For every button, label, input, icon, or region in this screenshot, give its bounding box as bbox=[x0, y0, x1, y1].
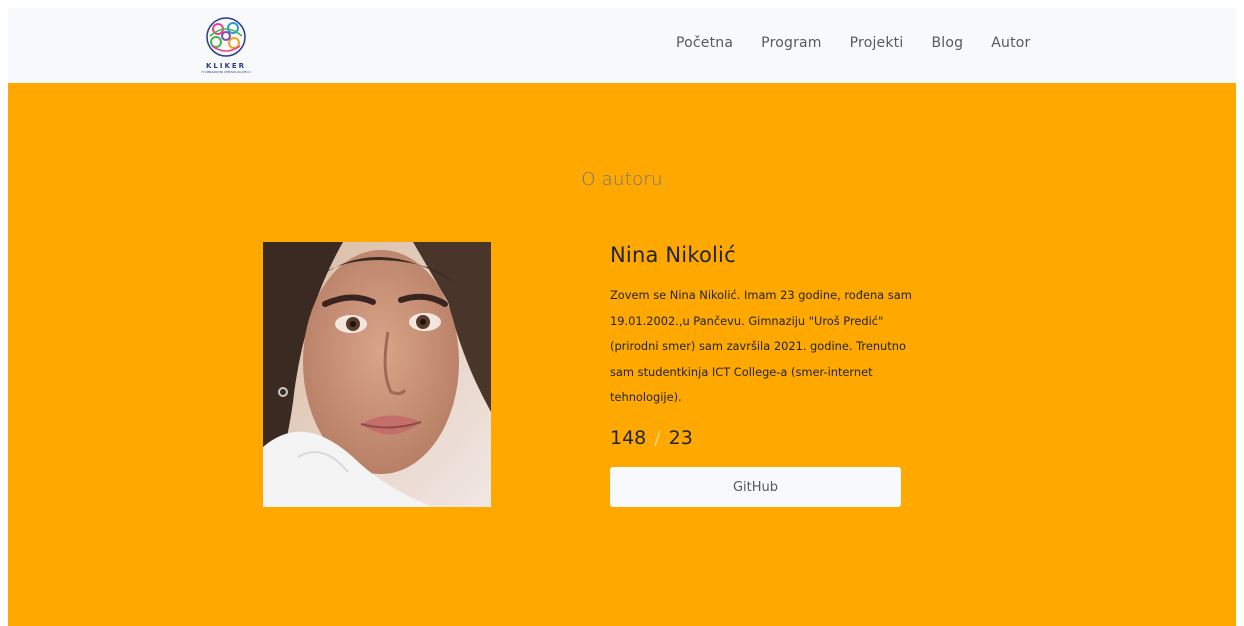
section-title: O autoru bbox=[581, 169, 663, 190]
brand-logo[interactable]: KLIKER IT OBRAZOVNI CENTAR ZA DECU bbox=[196, 14, 256, 76]
kliker-logo-icon bbox=[206, 17, 246, 57]
author-portrait-image bbox=[263, 242, 491, 507]
stat-secondary: 23 bbox=[668, 427, 693, 449]
stat-primary: 148 bbox=[610, 427, 647, 449]
page-frame: KLIKER IT OBRAZOVNI CENTAR ZA DECU Počet… bbox=[8, 8, 1236, 626]
nav-link-program[interactable]: Program bbox=[761, 34, 821, 52]
nav-link-autor[interactable]: Autor bbox=[991, 34, 1030, 52]
nav-link-projekti[interactable]: Projekti bbox=[850, 34, 904, 52]
brand-tagline: IT OBRAZOVNI CENTAR ZA DECU bbox=[201, 70, 251, 74]
navbar: KLIKER IT OBRAZOVNI CENTAR ZA DECU Počet… bbox=[8, 8, 1236, 83]
main-nav: Početna Program Projekti Blog Autor bbox=[676, 34, 1058, 52]
stat-separator: / bbox=[654, 427, 661, 449]
nav-link-pocetna[interactable]: Početna bbox=[676, 34, 733, 52]
brand-name: KLIKER bbox=[205, 62, 247, 70]
about-section: O autoru Nina Nikolić Zovem se Nina Niko… bbox=[8, 83, 1236, 626]
author-bio: Zovem se Nina Nikolić. Imam 23 godine, r… bbox=[610, 288, 912, 404]
author-stats: 148 / 23 bbox=[610, 427, 693, 449]
github-button[interactable]: GitHub bbox=[610, 467, 901, 507]
author-photo bbox=[263, 242, 491, 507]
nav-link-blog[interactable]: Blog bbox=[931, 34, 963, 52]
author-name: Nina Nikolić bbox=[610, 243, 736, 267]
